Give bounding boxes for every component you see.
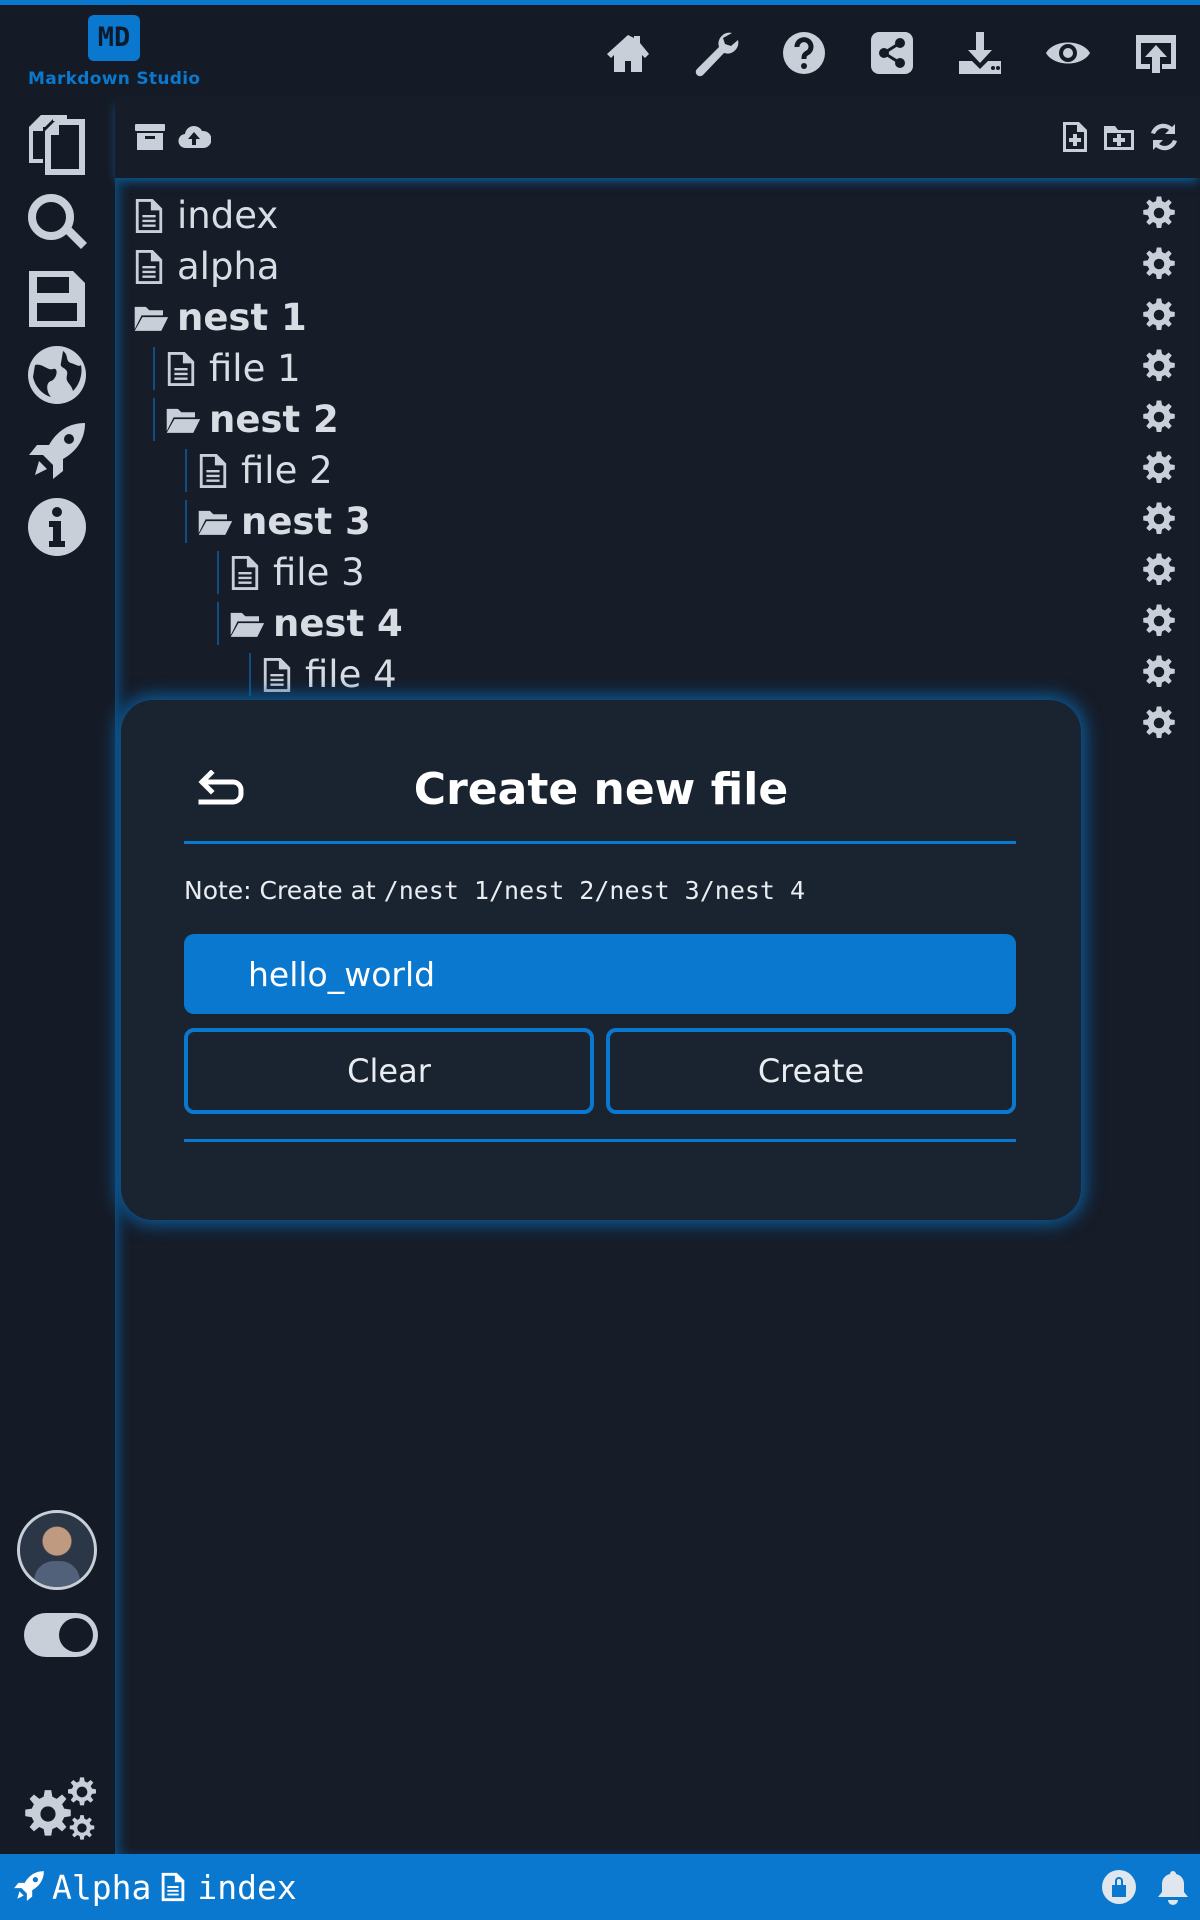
tree-file[interactable]: file 4	[261, 649, 397, 700]
status-project[interactable]: Alpha	[52, 1868, 151, 1907]
tree-indent-guide	[185, 500, 187, 543]
user-avatar[interactable]	[17, 1510, 97, 1590]
globe-icon[interactable]	[22, 340, 92, 410]
save-icon[interactable]	[22, 264, 92, 334]
tree-indent-guide	[217, 551, 219, 594]
tree-file[interactable]: alpha	[133, 241, 280, 292]
tree-folder[interactable]: nest 2	[165, 394, 339, 445]
item-settings-gear-icon[interactable]	[1141, 399, 1181, 439]
file-icon	[157, 1870, 191, 1904]
home-icon[interactable]	[584, 23, 672, 83]
app-name: Markdown Studio	[28, 69, 201, 89]
item-settings-gear-icon[interactable]	[1141, 501, 1181, 541]
cloud-upload-icon[interactable]	[177, 120, 212, 154]
tree-item-label: file 2	[241, 449, 333, 492]
search-icon[interactable]	[22, 188, 92, 258]
tree-item-label: file 3	[273, 551, 365, 594]
refresh-icon[interactable]	[1147, 120, 1181, 154]
item-settings-gear-icon[interactable]	[1141, 603, 1181, 643]
tree-file[interactable]: file 3	[229, 547, 365, 598]
rocket-icon	[12, 1869, 48, 1905]
tree-indent-guide	[185, 449, 187, 492]
file-icon	[229, 553, 265, 593]
tree-file[interactable]: file 1	[165, 343, 301, 394]
status-file[interactable]: index	[197, 1868, 296, 1907]
share-icon[interactable]	[848, 23, 936, 83]
item-settings-gear-icon[interactable]	[1141, 450, 1181, 490]
tree-item-label: nest 2	[209, 398, 339, 441]
notification-bell-icon[interactable]	[1154, 1868, 1192, 1910]
item-settings-gear-icon[interactable]	[1141, 297, 1181, 337]
tree-item-label: nest 3	[241, 500, 371, 543]
divider	[184, 841, 1016, 844]
top-toolbar	[584, 23, 1200, 83]
item-settings-gear-icon[interactable]	[1141, 348, 1181, 388]
tree-item-label: index	[177, 194, 279, 237]
files-icon[interactable]	[22, 110, 92, 180]
tree-indent-guide	[153, 398, 155, 441]
settings-gears-icon[interactable]	[22, 1776, 98, 1842]
create-file-dialog: Create new file Note: Create at /nest 1/…	[121, 700, 1081, 1220]
item-settings-gear-icon[interactable]	[1141, 654, 1181, 694]
filename-input[interactable]	[184, 934, 1016, 1014]
location-note: Note: Create at /nest 1/nest 2/nest 3/ne…	[184, 876, 1016, 905]
note-path: /nest 1/nest 2/nest 3/nest 4	[383, 876, 806, 905]
wrench-icon[interactable]	[672, 23, 760, 83]
left-sidebar	[0, 98, 115, 1854]
file-icon	[133, 247, 169, 287]
file-icon	[165, 349, 201, 389]
rocket-icon[interactable]	[22, 416, 92, 486]
lock-icon[interactable]	[1100, 1868, 1138, 1910]
explorer-toolbar	[115, 98, 1200, 178]
item-settings-gear-icon[interactable]	[1141, 246, 1181, 286]
tree-indent-guide	[153, 347, 155, 390]
file-icon	[197, 451, 233, 491]
new-folder-icon[interactable]	[1102, 120, 1136, 154]
upload-icon[interactable]	[1112, 23, 1200, 83]
tree-folder[interactable]: nest 1	[133, 292, 307, 343]
info-icon[interactable]	[22, 492, 92, 562]
file-icon	[133, 196, 169, 236]
tree-folder[interactable]: nest 3	[197, 496, 371, 547]
dialog-title: Create new file	[413, 764, 789, 815]
folder-open-icon	[133, 298, 169, 338]
tree-item-label: nest 1	[177, 296, 307, 339]
new-file-icon[interactable]	[1058, 120, 1092, 154]
preview-eye-icon[interactable]	[1024, 23, 1112, 83]
folder-open-icon	[197, 502, 233, 542]
app-logo[interactable]: MD Markdown Studio	[28, 13, 208, 93]
item-settings-gear-icon[interactable]	[1141, 195, 1181, 235]
tree-item-label: nest 4	[273, 602, 403, 645]
folder-open-icon	[165, 400, 201, 440]
note-prefix: Note: Create at	[184, 876, 384, 905]
tree-file[interactable]: file 2	[197, 445, 333, 496]
top-bar: MD Markdown Studio	[0, 5, 1200, 98]
tree-indent-guide	[217, 602, 219, 645]
tree-indent-guide	[249, 653, 251, 696]
tree-item-label: file 1	[209, 347, 301, 390]
help-icon[interactable]	[760, 23, 848, 83]
folder-open-icon	[229, 604, 265, 644]
status-context: Alpha index	[12, 1866, 297, 1908]
tree-file[interactable]: index	[133, 190, 278, 241]
create-button[interactable]: Create	[606, 1028, 1016, 1114]
archive-icon[interactable]	[133, 120, 167, 154]
tree-item-label: alpha	[177, 245, 280, 288]
download-icon[interactable]	[936, 23, 1024, 83]
logo-mark: MD	[88, 15, 140, 61]
tree-folder[interactable]: nest 4	[229, 598, 403, 649]
divider	[184, 1139, 1016, 1142]
item-settings-gear-icon[interactable]	[1141, 705, 1181, 745]
status-actions	[1100, 1868, 1192, 1910]
file-icon	[261, 655, 297, 695]
clear-button[interactable]: Clear	[184, 1028, 594, 1114]
item-settings-gear-icon[interactable]	[1141, 552, 1181, 592]
tree-item-label: file 4	[305, 653, 397, 696]
theme-toggle[interactable]	[24, 1613, 98, 1657]
status-bar: Alpha index	[0, 1854, 1200, 1920]
